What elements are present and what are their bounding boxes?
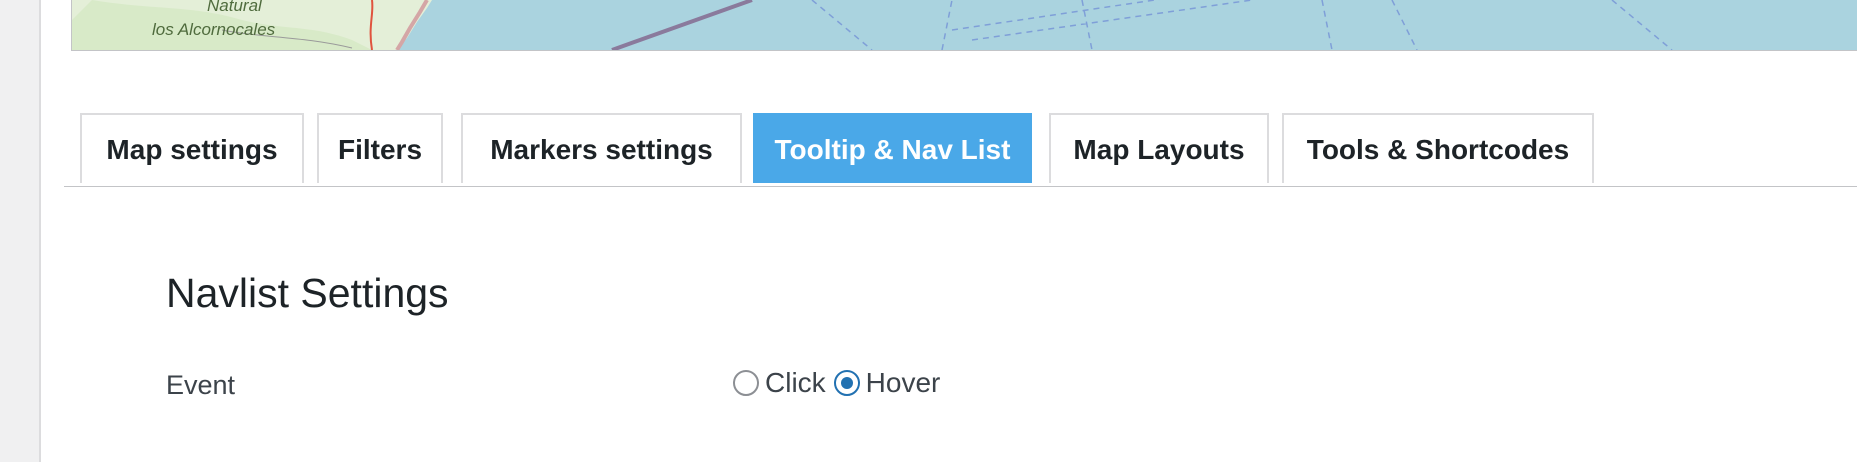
tab-tooltip-nav-list[interactable]: Tooltip & Nav List <box>753 113 1032 183</box>
event-radio-group: Click Hover <box>733 363 948 403</box>
event-option-click[interactable]: Click <box>733 367 826 399</box>
event-option-hover[interactable]: Hover <box>833 367 941 399</box>
section-title: Navlist Settings <box>166 270 449 316</box>
tab-tools-shortcodes[interactable]: Tools & Shortcodes <box>1282 113 1594 183</box>
event-field-label: Event <box>166 370 236 400</box>
tab-map-layouts[interactable]: Map Layouts <box>1049 113 1269 183</box>
admin-sidebar-edge <box>0 0 41 462</box>
tab-filters[interactable]: Filters <box>317 113 443 183</box>
tab-markers-settings[interactable]: Markers settings <box>461 113 742 183</box>
tab-map-settings[interactable]: Map settings <box>80 113 304 183</box>
hover-radio-label: Hover <box>865 367 941 398</box>
settings-tab-bar: Map settings Filters Markers settings To… <box>64 0 1857 187</box>
click-radio-label: Click <box>765 367 826 398</box>
hover-radio[interactable] <box>833 370 860 396</box>
click-radio[interactable] <box>733 370 759 396</box>
